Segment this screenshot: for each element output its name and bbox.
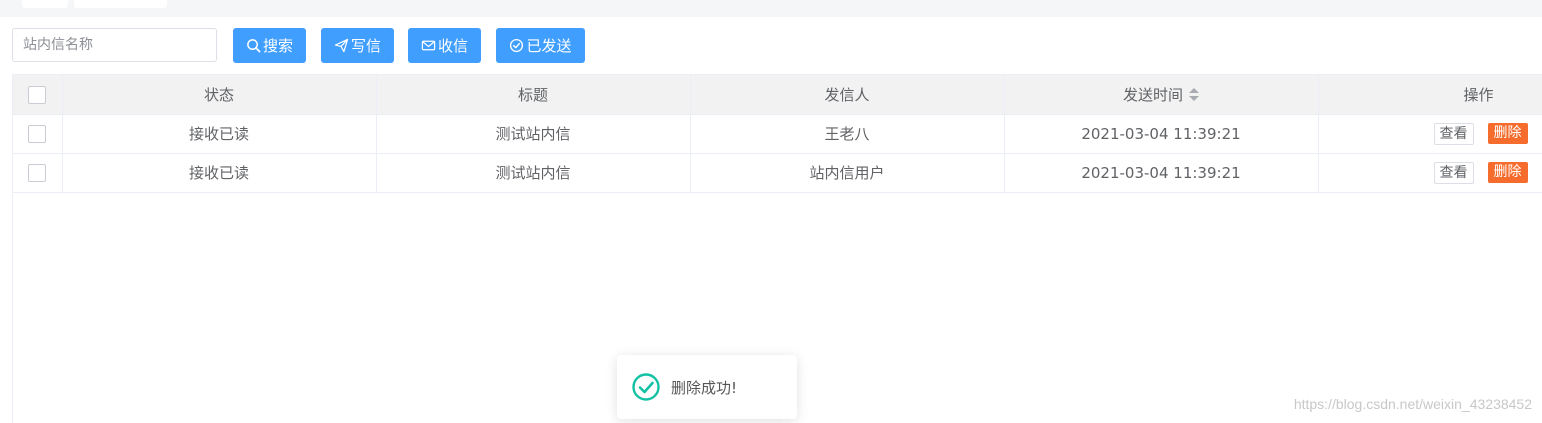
row-checkbox[interactable] (28, 163, 47, 182)
cell-time: 2021-03-04 11:39:21 (1004, 153, 1319, 193)
cell-actions: 查看 删除 (1318, 153, 1542, 193)
top-tabs-bar (0, 0, 1542, 17)
send-plane-icon (334, 38, 349, 53)
cell-sender: 王老八 (690, 114, 1005, 154)
search-button[interactable]: 搜索 (233, 28, 306, 63)
inbox-button-label: 收信 (437, 37, 468, 55)
cell-sender: 站内信用户 (690, 153, 1005, 193)
search-icon (247, 39, 261, 53)
sent-button-label: 已发送 (526, 37, 572, 55)
cell-title: 测试站内信 (376, 114, 691, 154)
delete-button[interactable]: 删除 (1487, 123, 1528, 144)
row-checkbox[interactable] (28, 124, 47, 143)
select-all-cell (13, 75, 63, 115)
inbox-button[interactable]: 收信 (408, 28, 481, 63)
table-row: 接收已读 测试站内信 站内信用户 2021-03-04 11:39:21 查看 … (13, 153, 1542, 193)
column-header-time[interactable]: 发送时间 (1004, 75, 1319, 115)
watermark-text: https://blog.csdn.net/weixin_43238452 (1293, 396, 1532, 412)
cell-status: 接收已读 (62, 153, 377, 193)
success-toast: 删除成功! (617, 355, 797, 419)
check-circle-icon (510, 38, 524, 53)
write-button[interactable]: 写信 (321, 28, 394, 63)
tab-placeholder[interactable] (22, 0, 68, 8)
view-button[interactable]: 查看 (1433, 161, 1474, 184)
toast-message: 删除成功! (671, 378, 738, 397)
table-row: 接收已读 测试站内信 王老八 2021-03-04 11:39:21 查看 删除 (13, 114, 1542, 154)
cell-actions: 查看 删除 (1318, 114, 1542, 154)
cell-title: 测试站内信 (376, 153, 691, 193)
column-header-sender: 发信人 (690, 75, 1005, 115)
search-input[interactable] (12, 28, 217, 62)
success-check-icon (632, 373, 660, 401)
tab-placeholder[interactable] (74, 0, 167, 8)
column-header-actions: 操作 (1318, 75, 1542, 115)
table-header-row: 状态 标题 发信人 发送时间 操作 (13, 75, 1542, 115)
sort-icon[interactable] (1189, 88, 1199, 102)
cell-status: 接收已读 (62, 114, 377, 154)
column-header-title: 标题 (376, 75, 691, 115)
sent-button[interactable]: 已发送 (496, 28, 585, 63)
cell-time: 2021-03-04 11:39:21 (1004, 114, 1319, 154)
delete-button[interactable]: 删除 (1487, 162, 1528, 183)
write-button-label: 写信 (350, 37, 381, 55)
select-all-checkbox[interactable] (28, 85, 47, 104)
envelope-icon (421, 40, 436, 51)
row-select-cell (13, 153, 63, 193)
column-header-time-label: 发送时间 (1122, 85, 1183, 104)
column-header-status: 状态 (62, 75, 377, 115)
view-button[interactable]: 查看 (1433, 122, 1474, 145)
row-select-cell (13, 114, 63, 154)
search-button-label: 搜索 (262, 37, 293, 55)
